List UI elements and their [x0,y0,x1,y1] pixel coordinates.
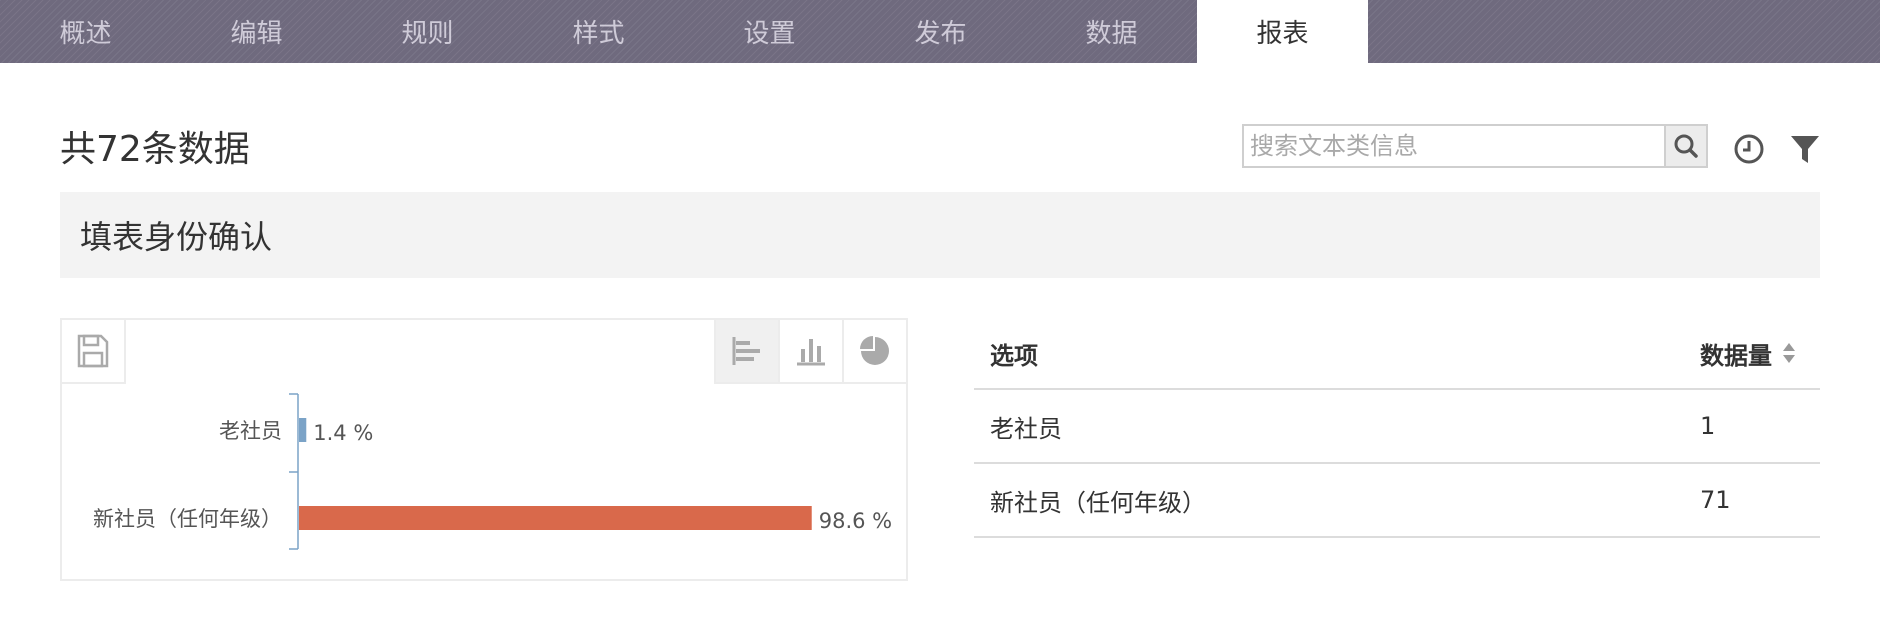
record-count: 共72条数据 [60,129,250,170]
search-button[interactable] [1664,126,1706,166]
table-row: 老社员 1 [974,390,1820,464]
bar[interactable] [299,506,812,530]
vertical-bar-chart-icon [797,339,825,366]
table-cell-option: 老社员 [990,414,1062,443]
save-chart-button[interactable] [62,320,126,384]
section-header: 填表身份确认 [60,192,1820,278]
bar-chart: 老社员 1.4 % 新社员（任何年级） 98.6 % [93,393,892,550]
table-cell-count: 1 [1700,412,1716,440]
category-label: 新社员（任何年级） [93,507,282,531]
table-row: 新社员（任何年级） 71 [974,464,1820,538]
save-icon [77,334,109,368]
search-input[interactable] [1244,126,1664,166]
history-button[interactable] [1733,133,1765,165]
chart-type-group [714,320,906,384]
table-header-row: 选项 数据量 [974,318,1820,390]
search-box [1242,124,1708,168]
table-cell-option: 新社员（任何年级） [990,488,1206,517]
bar[interactable] [299,418,307,442]
tab-overview[interactable]: 概述 [0,0,171,63]
tab-edit[interactable]: 编辑 [171,0,342,63]
tab-rules[interactable]: 规则 [342,0,513,63]
bars-layer: 老社员 1.4 % 新社员（任何年级） 98.6 % [93,418,892,533]
search-icon [1674,134,1698,158]
chart-panel: 老社员 1.4 % 新社员（任何年级） 98.6 % [60,318,908,581]
tab-style[interactable]: 样式 [513,0,684,63]
filter-icon [1791,136,1819,163]
filter-button[interactable] [1790,133,1820,165]
pie-chart-button[interactable] [842,320,906,384]
column-header-count[interactable]: 数据量 [1700,336,1820,371]
clock-icon [1734,134,1764,164]
vertical-bar-chart-button[interactable] [778,320,842,384]
horizontal-bar-chart-icon [732,337,760,365]
pie-chart-icon [860,336,889,365]
sort-icon[interactable] [1782,342,1796,364]
data-table: 选项 数据量 老社员 1 新社员（任何年级） 71 [974,318,1820,538]
column-header-count-label: 数据量 [1700,341,1772,370]
horizontal-bar-chart-button[interactable] [714,320,778,384]
tab-publish[interactable]: 发布 [855,0,1026,63]
tab-data[interactable]: 数据 [1026,0,1197,63]
tab-report[interactable]: 报表 [1197,0,1368,63]
category-label: 老社员 [219,419,282,443]
table-cell-count: 71 [1700,486,1731,514]
bar-value-label: 1.4 % [313,421,373,445]
tab-settings[interactable]: 设置 [684,0,855,63]
section-title: 填表身份确认 [80,218,273,256]
bar-value-label: 98.6 % [819,509,892,533]
top-nav: 概述 编辑 规则 样式 设置 发布 数据 报表 [0,0,1880,63]
column-header-option: 选项 [990,341,1038,370]
